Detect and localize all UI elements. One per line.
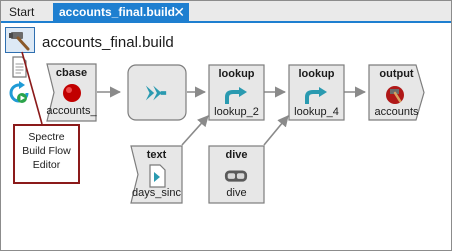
node-lookup-1-label: lookup_2 [214,106,259,118]
tab-accounts-final-build[interactable]: accounts_final.build ✕ [53,3,189,22]
node-output-label: accounts [374,106,419,118]
close-icon[interactable]: ✕ [173,3,185,22]
node-text-title: text [146,149,167,161]
document-icon [12,56,27,78]
run-button[interactable] [5,81,35,107]
node-cbase-label: accounts_ [46,105,97,117]
callout-line-1: Spectre [28,131,65,143]
hammer-icon [9,32,30,51]
build-output-icon [386,86,404,104]
tab-label: accounts_final.build [59,5,176,19]
node-lookup-2-title: lookup [298,68,335,80]
node-dive-title: dive [225,149,248,161]
node-output-title: output [379,68,414,80]
node-text[interactable]: text days_sinc [130,145,183,204]
text-file-icon [149,164,166,188]
node-lookup-1[interactable]: lookup lookup_2 [208,64,265,121]
run-refresh-icon [9,81,29,103]
turn-arrow-icon [225,87,247,104]
dive-mask-icon [224,170,248,182]
node-cbase-title: cbase [55,67,88,79]
document-button[interactable] [5,55,35,81]
callout-box: Spectre Build Flow Editor [13,124,80,184]
node-lookup-2[interactable]: lookup lookup_4 [288,64,345,121]
red-dot-icon [63,84,81,102]
node-dive[interactable]: dive dive [208,145,265,204]
node-output[interactable]: output accounts [368,64,425,121]
node-dive-label: dive [226,187,247,199]
node-cbase[interactable]: cbase accounts_ [46,63,97,122]
callout-line-3: Editor [32,159,61,171]
fast-forward-icon [145,85,167,101]
node-lookup-1-title: lookup [218,68,255,80]
node-lookup-2-label: lookup_4 [294,106,339,118]
callout-text: Spectre Build Flow Editor [15,130,78,172]
connector-dive-to-lookup2 [263,115,289,146]
node-flow[interactable] [127,64,187,121]
node-text-label: days_sinc [132,187,181,199]
page-title: accounts_final.build [42,34,174,51]
header-row: accounts_final.build [40,23,450,59]
callout-line-2: Build Flow [22,145,71,157]
tab-bar: Start accounts_final.build ✕ [1,1,451,22]
tab-start[interactable]: Start [3,3,53,22]
flow-canvas[interactable]: cbase accounts_ lookup lookup_2 lookup l… [40,59,450,250]
build-flow-editor-button[interactable] [5,27,35,53]
turn-arrow-icon [305,87,327,104]
